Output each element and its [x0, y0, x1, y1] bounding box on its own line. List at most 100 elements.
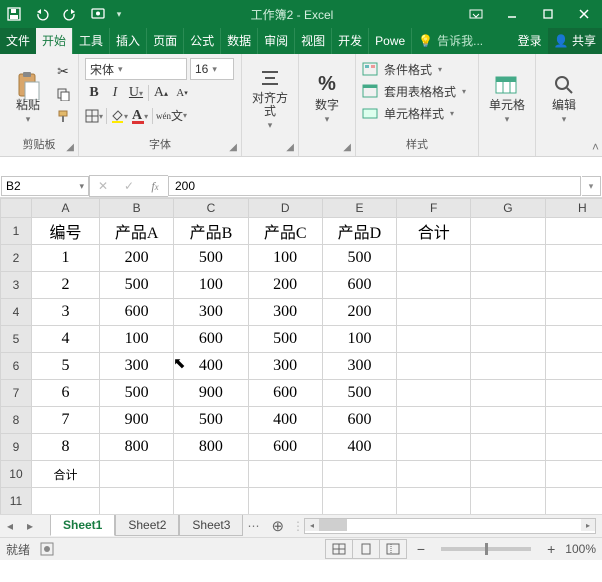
cell[interactable]: 4	[31, 326, 99, 353]
cell[interactable]: 3	[31, 299, 99, 326]
tab-power[interactable]: Powe	[369, 28, 412, 54]
cell[interactable]	[471, 326, 545, 353]
increase-font-button[interactable]: A▴	[152, 83, 170, 103]
cell[interactable]	[397, 488, 471, 515]
close-icon[interactable]	[566, 0, 602, 28]
tab-file[interactable]: 文件	[0, 28, 36, 54]
row-header[interactable]: 6	[1, 353, 32, 380]
cell[interactable]: 产品D	[322, 218, 396, 245]
row-header[interactable]: 2	[1, 245, 32, 272]
row-header[interactable]: 5	[1, 326, 32, 353]
cell[interactable]: 900	[100, 407, 174, 434]
cell[interactable]	[397, 326, 471, 353]
cell[interactable]	[471, 353, 545, 380]
dialog-launcher-icon[interactable]: ◢	[286, 141, 294, 155]
select-all-button[interactable]	[1, 199, 32, 218]
formula-input[interactable]: 200	[168, 176, 581, 196]
cell[interactable]	[545, 380, 602, 407]
format-painter-button[interactable]	[54, 106, 72, 126]
expand-formula-icon[interactable]: ▾	[582, 176, 601, 196]
alignment-button[interactable]: 对齐方式▾	[248, 58, 292, 138]
table-row[interactable]: 1编号产品A产品B产品C产品D合计	[1, 218, 602, 245]
sheet-more-icon[interactable]: ⋯	[243, 519, 263, 533]
conditional-format-button[interactable]: 条件格式▾	[362, 58, 472, 80]
row-header[interactable]: 8	[1, 407, 32, 434]
dialog-launcher-icon[interactable]: ◢	[66, 141, 74, 155]
cell[interactable]	[248, 488, 322, 515]
fill-color-button[interactable]: ▾	[110, 106, 128, 126]
table-row[interactable]: 54100600500100	[1, 326, 602, 353]
tell-me[interactable]: 💡告诉我...	[412, 28, 511, 54]
cell[interactable]	[397, 245, 471, 272]
cell[interactable]: 产品B	[174, 218, 248, 245]
cell[interactable]	[545, 245, 602, 272]
font-color-button[interactable]: A▾	[131, 106, 149, 126]
editing-button[interactable]: 编辑▾	[542, 58, 586, 138]
cell[interactable]: 7	[31, 407, 99, 434]
cell[interactable]: 300	[248, 299, 322, 326]
sheet-tab-3[interactable]: Sheet3	[179, 515, 243, 536]
cell[interactable]: 100	[248, 245, 322, 272]
table-row[interactable]: 43600300300200	[1, 299, 602, 326]
cell[interactable]	[471, 461, 545, 488]
zoom-thumb[interactable]	[485, 543, 488, 555]
cell[interactable]: 合计	[31, 461, 99, 488]
spreadsheet-grid[interactable]: A B C D E F G H 1编号产品A产品B产品C产品D合计21 200 50…	[0, 198, 602, 514]
scroll-thumb[interactable]	[319, 519, 347, 531]
sheet-nav-next-icon[interactable]: ▸	[20, 519, 40, 533]
cell[interactable]	[545, 272, 602, 299]
phonetic-button[interactable]: wén文▾	[156, 106, 187, 126]
cell[interactable]: 600	[174, 326, 248, 353]
tab-home[interactable]: 开始	[36, 28, 73, 54]
cell[interactable]	[31, 488, 99, 515]
cell[interactable]	[471, 272, 545, 299]
paste-button[interactable]: 粘贴▾	[6, 58, 50, 138]
cell[interactable]	[471, 407, 545, 434]
table-row[interactable]: 87900500400600	[1, 407, 602, 434]
cell[interactable]: 500	[248, 326, 322, 353]
cell-styles-button[interactable]: 单元格样式▾	[362, 102, 472, 124]
cell[interactable]	[174, 461, 248, 488]
cell[interactable]	[471, 299, 545, 326]
cell[interactable]: 100	[322, 326, 396, 353]
table-row[interactable]: 11	[1, 488, 602, 515]
table-row[interactable]: 10合计	[1, 461, 602, 488]
row-header[interactable]: 7	[1, 380, 32, 407]
table-row[interactable]: 76500900600500	[1, 380, 602, 407]
tab-dev[interactable]: 开发	[332, 28, 369, 54]
view-page-button[interactable]	[352, 539, 380, 559]
dialog-launcher-icon[interactable]: ◢	[343, 141, 351, 155]
cell[interactable]	[545, 218, 602, 245]
row-header[interactable]: 1	[1, 218, 32, 245]
italic-button[interactable]: I	[106, 83, 124, 103]
qat-save-icon[interactable]	[0, 0, 28, 28]
underline-button[interactable]: U▾	[127, 83, 145, 103]
cell[interactable]	[545, 326, 602, 353]
qat-preview-icon[interactable]	[84, 0, 112, 28]
add-sheet-button[interactable]: ⊕	[263, 517, 292, 535]
col-header[interactable]: A	[31, 199, 99, 218]
row-header[interactable]: 10	[1, 461, 32, 488]
zoom-level[interactable]: 100%	[565, 542, 596, 556]
col-header[interactable]: D	[248, 199, 322, 218]
cell[interactable]: 产品C	[248, 218, 322, 245]
sheet-tab-1[interactable]: Sheet1	[50, 515, 115, 536]
col-header[interactable]: G	[471, 199, 545, 218]
scroll-right-icon[interactable]: ▸	[581, 519, 595, 531]
col-header[interactable]: E	[322, 199, 396, 218]
tab-tools[interactable]: 工具	[73, 28, 110, 54]
tab-data[interactable]: 数据	[221, 28, 258, 54]
decrease-font-button[interactable]: A▾	[173, 83, 191, 103]
cell[interactable]: 6	[31, 380, 99, 407]
cell[interactable]: 300	[174, 299, 248, 326]
cell[interactable]: 300	[322, 353, 396, 380]
copy-button[interactable]	[54, 84, 72, 104]
cell[interactable]: 800	[100, 434, 174, 461]
cell[interactable]	[322, 488, 396, 515]
column-header-row[interactable]: A B C D E F G H	[1, 199, 602, 218]
cell[interactable]: 200	[248, 272, 322, 299]
cell[interactable]: 5	[31, 353, 99, 380]
tab-insert[interactable]: 插入	[110, 28, 147, 54]
qat-dropdown-icon[interactable]: ▾	[112, 0, 126, 28]
maximize-icon[interactable]	[530, 0, 566, 28]
